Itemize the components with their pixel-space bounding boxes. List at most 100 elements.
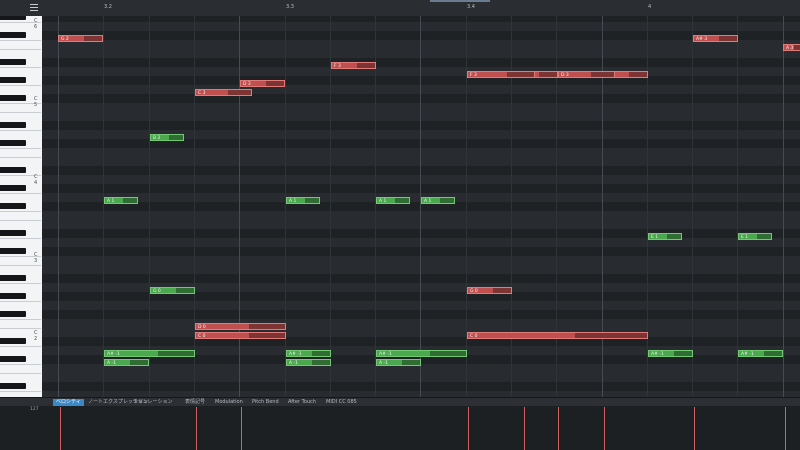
black-key[interactable] xyxy=(0,185,26,191)
midi-note[interactable]: A# -1 xyxy=(104,350,195,357)
note-lane[interactable] xyxy=(42,103,800,112)
midi-note[interactable]: D 3 xyxy=(240,80,285,87)
white-key[interactable] xyxy=(0,85,41,86)
timeline-ruler[interactable]: 3.2 3.3 3.4 4 xyxy=(42,0,800,16)
midi-note[interactable]: C 3 xyxy=(195,89,252,96)
note-lane[interactable] xyxy=(42,22,800,31)
note-lane[interactable] xyxy=(42,364,800,373)
midi-note[interactable]: A 1 xyxy=(104,197,138,204)
velocity-bar[interactable] xyxy=(785,407,786,450)
midi-note[interactable]: A 1 xyxy=(286,197,320,204)
white-key[interactable] xyxy=(0,391,41,392)
note-lane[interactable] xyxy=(42,220,800,229)
note-lane[interactable] xyxy=(42,382,800,391)
note-lane[interactable] xyxy=(42,319,800,328)
note-lane[interactable] xyxy=(42,247,800,256)
midi-note[interactable]: A 3 xyxy=(783,44,800,51)
note-lane[interactable] xyxy=(42,121,800,130)
midi-note[interactable]: F 3 xyxy=(331,62,376,69)
black-key[interactable] xyxy=(0,122,26,128)
midi-note[interactable]: A# -1 xyxy=(648,350,693,357)
white-key[interactable] xyxy=(0,283,41,284)
controller-tab[interactable]: After Touch xyxy=(288,399,316,406)
midi-note[interactable]: C 0 xyxy=(195,332,286,339)
note-lane[interactable] xyxy=(42,337,800,346)
midi-note[interactable]: E 1 xyxy=(738,233,772,240)
black-key[interactable] xyxy=(0,293,26,299)
black-key[interactable] xyxy=(0,167,26,173)
midi-note[interactable]: A -1 xyxy=(104,359,149,366)
black-key[interactable] xyxy=(0,248,26,254)
note-lane[interactable] xyxy=(42,85,800,94)
note-lane[interactable] xyxy=(42,67,800,76)
midi-note[interactable]: G 0 xyxy=(150,287,195,294)
white-key[interactable] xyxy=(0,346,41,347)
white-key[interactable] xyxy=(0,49,41,50)
white-key[interactable] xyxy=(0,220,41,221)
white-key[interactable] xyxy=(0,238,41,239)
note-lane[interactable] xyxy=(42,49,800,58)
velocity-bar[interactable] xyxy=(604,407,605,450)
note-grid[interactable]: G 2F 3C 3D 3F 3E 3F 3D 3F 3A# 3A 3B 2A 1… xyxy=(42,16,800,397)
black-key[interactable] xyxy=(0,230,26,236)
midi-note[interactable]: G 2 xyxy=(58,35,103,42)
note-lane[interactable] xyxy=(42,301,800,310)
note-lane[interactable] xyxy=(42,40,800,49)
controller-tab[interactable]: Pitch Bend xyxy=(252,399,279,406)
white-key[interactable] xyxy=(0,112,41,113)
black-key[interactable] xyxy=(0,32,26,38)
controller-tab[interactable]: MIDI CC 085 xyxy=(326,399,357,406)
midi-note[interactable]: F 3 xyxy=(467,71,535,78)
midi-note[interactable]: G 0 xyxy=(467,287,512,294)
controller-tab[interactable]: 表情記号 xyxy=(185,399,205,406)
white-key[interactable] xyxy=(0,148,41,149)
note-lane[interactable] xyxy=(42,310,800,319)
midi-note[interactable]: A# -1 xyxy=(738,350,783,357)
note-lane[interactable] xyxy=(42,31,800,40)
midi-note[interactable]: A -1 xyxy=(376,359,421,366)
midi-note[interactable]: D 3 xyxy=(558,71,615,78)
midi-note[interactable]: A -1 xyxy=(286,359,331,366)
note-lane[interactable] xyxy=(42,58,800,67)
loop-range-marker[interactable] xyxy=(430,0,490,2)
note-lane[interactable] xyxy=(42,76,800,85)
note-lane[interactable] xyxy=(42,274,800,283)
velocity-lane[interactable]: 127 xyxy=(0,406,800,450)
velocity-bar[interactable] xyxy=(524,407,525,450)
note-lane[interactable] xyxy=(42,229,800,238)
white-key[interactable] xyxy=(0,373,41,374)
midi-note[interactable]: A# -1 xyxy=(286,350,331,357)
controller-tab[interactable]: モジュレーション xyxy=(133,399,172,406)
velocity-bar[interactable] xyxy=(196,407,197,450)
black-key[interactable] xyxy=(0,140,26,146)
midi-note[interactable]: A# 3 xyxy=(693,35,738,42)
velocity-bar[interactable] xyxy=(241,407,242,450)
midi-note[interactable]: A 1 xyxy=(421,197,455,204)
black-key[interactable] xyxy=(0,356,26,362)
velocity-bar[interactable] xyxy=(468,407,469,450)
note-lane[interactable] xyxy=(42,166,800,175)
note-lane[interactable] xyxy=(42,16,800,22)
note-lane[interactable] xyxy=(42,148,800,157)
white-key[interactable] xyxy=(0,301,41,302)
midi-note[interactable]: A# -1 xyxy=(376,350,467,357)
white-key[interactable] xyxy=(0,319,41,320)
menu-icon[interactable] xyxy=(28,3,40,13)
white-key[interactable] xyxy=(0,193,41,194)
white-key[interactable] xyxy=(0,130,41,131)
black-key[interactable] xyxy=(0,95,26,101)
white-key[interactable] xyxy=(0,40,41,41)
note-lane[interactable] xyxy=(42,238,800,247)
note-lane[interactable] xyxy=(42,175,800,184)
white-key[interactable] xyxy=(0,328,41,329)
note-lane[interactable] xyxy=(42,112,800,121)
white-key[interactable] xyxy=(0,211,41,212)
note-lane[interactable] xyxy=(42,211,800,220)
controller-tab[interactable]: ベロシティ xyxy=(53,399,84,406)
piano-keyboard[interactable]: C 6 C 5 C 4 C 3 C 2 xyxy=(0,16,43,397)
white-key[interactable] xyxy=(0,364,41,365)
black-key[interactable] xyxy=(0,311,26,317)
velocity-bar[interactable] xyxy=(60,407,61,450)
midi-note[interactable]: D 0 xyxy=(195,323,286,330)
note-lane[interactable] xyxy=(42,265,800,274)
